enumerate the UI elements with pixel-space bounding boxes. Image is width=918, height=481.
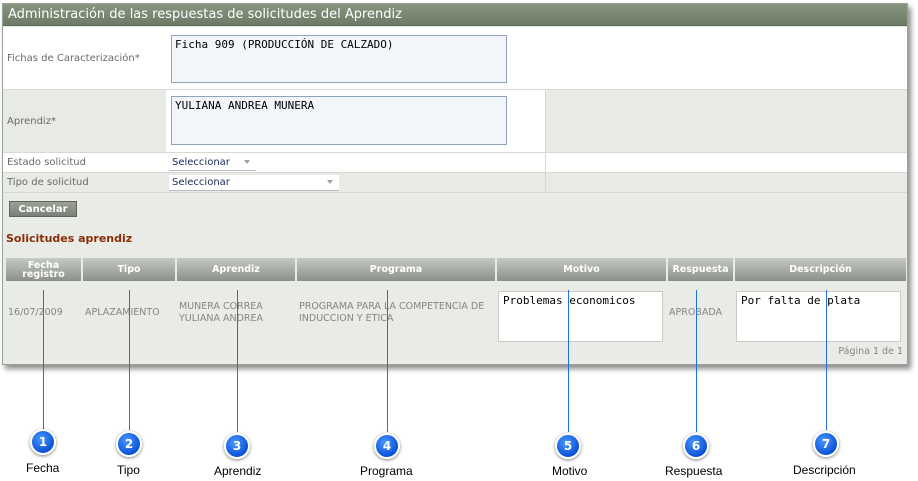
callout-label-6: Respuesta bbox=[665, 464, 723, 478]
callout-label-2: Tipo bbox=[117, 463, 140, 477]
callout-line-2 bbox=[129, 290, 130, 430]
tipo-select[interactable]: Seleccionar bbox=[169, 175, 339, 191]
tipo-select-value: Seleccionar bbox=[172, 177, 230, 188]
header-fecha[interactable]: Fecha registro bbox=[6, 258, 83, 281]
cell-fecha: 16/07/2009 bbox=[8, 307, 63, 318]
section-title: Solicitudes aprendiz bbox=[6, 232, 133, 245]
estado-select-value: Seleccionar bbox=[172, 157, 230, 168]
estado-right-cell bbox=[545, 153, 907, 172]
callout-label-7: Descripción bbox=[793, 463, 856, 477]
header-respuesta[interactable]: Respuesta bbox=[668, 258, 735, 281]
pager: Página 1 de 1 bbox=[838, 346, 903, 357]
header-tipo[interactable]: Tipo bbox=[83, 258, 177, 281]
estado-row: Estado solicitud Seleccionar bbox=[3, 153, 907, 173]
callout-badge-5: 5 bbox=[555, 433, 581, 459]
callout-line-7 bbox=[826, 290, 827, 430]
callout-label-5: Motivo bbox=[552, 464, 588, 478]
estado-label: Estado solicitud bbox=[7, 157, 86, 168]
cell-motivo: Problemas economicos bbox=[498, 291, 663, 342]
aprendiz-field[interactable]: YULIANA ANDREA MUNERA bbox=[171, 96, 507, 145]
cancel-button[interactable]: Cancelar bbox=[9, 201, 77, 217]
callout-line-6 bbox=[696, 290, 697, 432]
fichas-field[interactable]: Ficha 909 (PRODUCCIÓN DE CALZADO) bbox=[171, 35, 507, 83]
cell-tipo: APLAZAMIENTO bbox=[85, 307, 160, 318]
callout-badge-6: 6 bbox=[683, 433, 709, 459]
callout-line-4 bbox=[387, 290, 388, 432]
callout-badge-4: 4 bbox=[374, 433, 400, 459]
header-motivo[interactable]: Motivo bbox=[497, 258, 668, 281]
aprendiz-right-cell bbox=[545, 90, 907, 152]
callout-label-1: Fecha bbox=[26, 461, 60, 475]
callout-label-4: Programa bbox=[360, 464, 413, 478]
callout-badge-2: 2 bbox=[116, 431, 142, 457]
tipo-label: Tipo de solicitud bbox=[7, 177, 89, 188]
header-programa[interactable]: Programa bbox=[297, 258, 497, 281]
callout-line-3 bbox=[237, 290, 238, 432]
cell-descripcion: Por falta de plata bbox=[736, 291, 901, 342]
callout-badge-3: 3 bbox=[224, 433, 250, 459]
table-header: Fecha registro Tipo Aprendiz Programa Mo… bbox=[6, 258, 906, 281]
callout-badge-7: 7 bbox=[813, 431, 839, 457]
panel-title: Administración de las respuestas de soli… bbox=[3, 4, 907, 26]
tipo-row: Tipo de solicitud Seleccionar bbox=[3, 173, 907, 193]
callout-line-5 bbox=[568, 290, 569, 432]
chevron-down-icon bbox=[327, 180, 333, 184]
fichas-label: Fichas de Caracterización* bbox=[7, 52, 140, 64]
cell-programa: PROGRAMA PARA LA COMPETENCIA DE INDUCCIO… bbox=[299, 301, 485, 324]
header-descripcion[interactable]: Descripción bbox=[735, 258, 906, 281]
cell-respuesta: APROBADA bbox=[669, 284, 733, 342]
callout-badge-1: 1 bbox=[30, 429, 56, 455]
estado-select[interactable]: Seleccionar bbox=[169, 155, 256, 171]
chevron-down-icon bbox=[244, 160, 250, 164]
callout-label-3: Aprendiz bbox=[214, 464, 262, 478]
aprendiz-label: Aprendiz* bbox=[7, 115, 56, 127]
aprendiz-row: Aprendiz* YULIANA ANDREA MUNERA bbox=[3, 90, 907, 153]
callout-line-1 bbox=[43, 290, 44, 430]
header-aprendiz[interactable]: Aprendiz bbox=[177, 258, 297, 281]
tipo-right-cell bbox=[545, 173, 907, 192]
cell-aprendiz: MUNERA CORREA YULIANA ANDREA bbox=[179, 301, 263, 324]
admin-panel: Administración de las respuestas de soli… bbox=[2, 3, 908, 365]
fichas-row: Fichas de Caracterización* Ficha 909 (PR… bbox=[3, 27, 907, 90]
